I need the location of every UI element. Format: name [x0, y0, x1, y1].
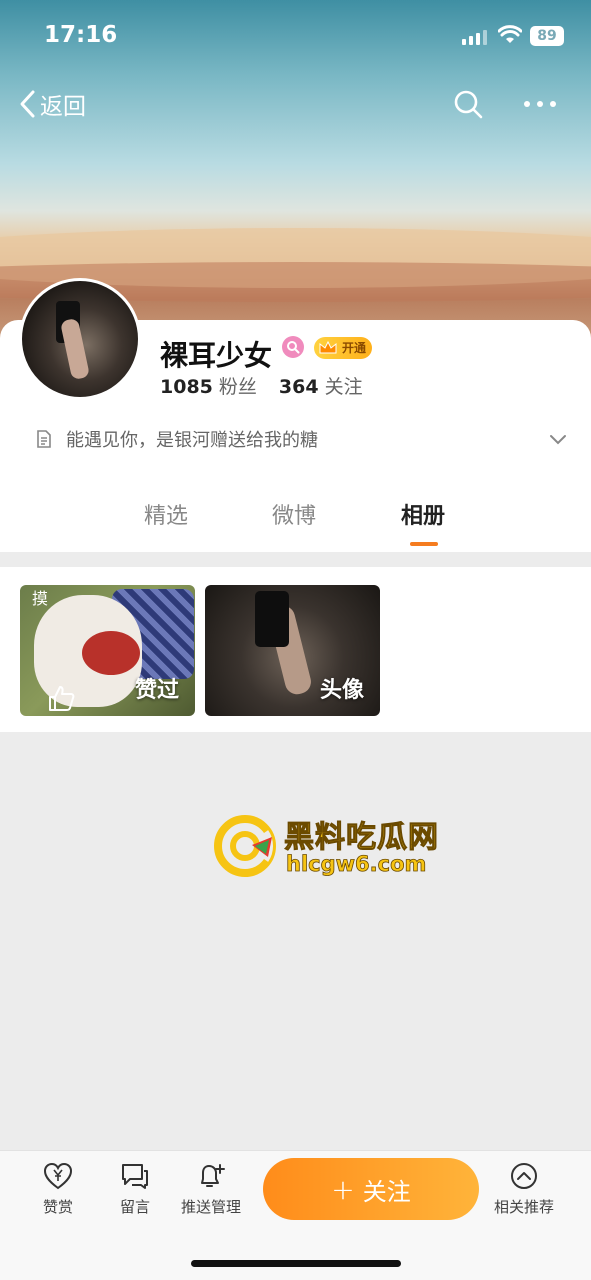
chevron-left-icon — [20, 90, 35, 118]
album-liked[interactable]: 摸 赞过 — [20, 585, 195, 716]
active-tab-indicator — [410, 542, 438, 546]
album-caption: 赞过 — [134, 678, 179, 703]
thumbs-up-icon — [49, 686, 75, 711]
heart-yen-icon — [43, 1162, 73, 1190]
profile-name: 裸耳少女 — [160, 339, 273, 372]
status-time: 17:16 — [44, 22, 118, 48]
status-bar: 17:16 89 — [0, 0, 591, 70]
related-label: 相关推荐 — [493, 1198, 554, 1216]
watermark-logo — [214, 815, 276, 877]
album-caption: 头像 — [319, 678, 364, 703]
cellular-signal-icon — [462, 29, 490, 45]
profile-stats: 1085 粉丝 364 关注 — [160, 372, 363, 399]
home-indicator — [191, 1260, 401, 1267]
album-grid: 摸 赞过 头像 — [0, 567, 591, 732]
related-recommend-button[interactable]: 相关推荐 — [484, 1162, 564, 1217]
document-icon — [37, 430, 51, 448]
profile-tabs: 精选 微博 相册 — [0, 498, 591, 544]
photo-overlay-text: 摸 — [32, 589, 49, 608]
profile-bio[interactable]: 能遇见你，是银河赠送给我的糖 — [34, 425, 574, 453]
watermark-url: hlcgw6.com — [286, 852, 427, 877]
follow-label: 关注 — [362, 1177, 411, 1206]
reward-label: 赞赏 — [42, 1198, 73, 1216]
tab-weibo[interactable]: 微博 — [272, 498, 316, 530]
search-badge-icon[interactable] — [282, 336, 304, 358]
push-settings-button[interactable]: 推送管理 — [171, 1162, 251, 1217]
wifi-icon — [498, 25, 522, 43]
tab-album[interactable]: 相册 — [401, 498, 445, 530]
empty-content-area — [0, 732, 591, 1150]
follow-button[interactable]: + 关注 — [263, 1158, 479, 1220]
chevron-down-icon[interactable] — [548, 429, 568, 449]
watermark-title: 黑料吃瓜网 — [284, 820, 439, 856]
message-button[interactable]: 留言 — [95, 1162, 175, 1217]
avatar[interactable] — [19, 278, 141, 400]
following-stat[interactable]: 364 关注 — [279, 372, 363, 399]
push-label: 推送管理 — [180, 1198, 241, 1216]
bell-plus-icon — [201, 1164, 225, 1187]
reward-button[interactable]: 赞赏 — [18, 1162, 98, 1217]
message-label: 留言 — [119, 1198, 150, 1216]
followers-stat[interactable]: 1085 粉丝 — [160, 372, 257, 399]
tab-featured[interactable]: 精选 — [144, 498, 188, 530]
bio-text: 能遇见你，是银河赠送给我的糖 — [66, 430, 318, 451]
search-icon[interactable] — [452, 88, 484, 120]
vip-label: 开通 — [342, 341, 367, 355]
album-avatar[interactable]: 头像 — [205, 585, 380, 716]
battery-icon: 89 — [530, 26, 564, 46]
chat-bubble-icon — [122, 1164, 148, 1189]
plus-icon: + — [331, 1172, 355, 1206]
back-label: 返回 — [40, 94, 86, 120]
vip-open-badge[interactable]: 开通 — [314, 337, 373, 359]
back-button[interactable]: 返回 — [18, 86, 86, 122]
chevron-up-circle-icon — [511, 1163, 537, 1189]
more-icon[interactable] — [524, 96, 562, 112]
crown-icon — [319, 340, 337, 354]
section-divider — [0, 552, 591, 567]
